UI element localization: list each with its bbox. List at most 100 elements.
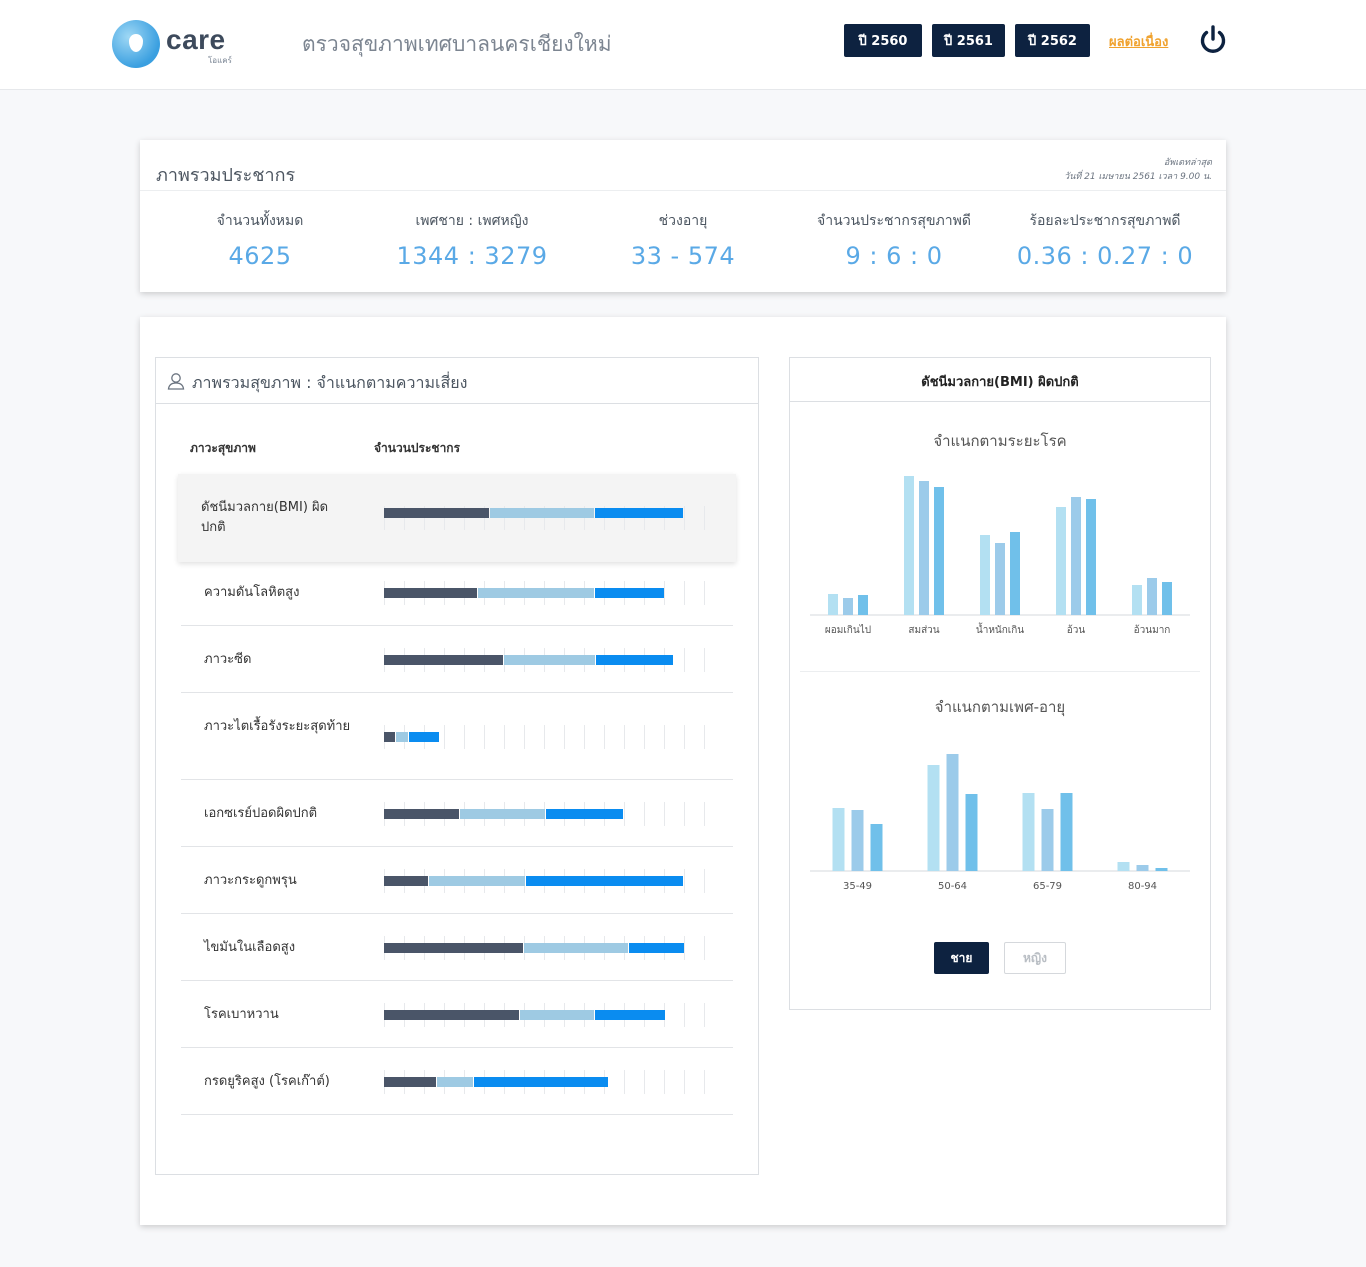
risk-bar-segment[interactable]: [429, 875, 525, 886]
continuous-results-link[interactable]: ผลต่อเนื่อง: [1109, 31, 1168, 52]
risk-row[interactable]: ไขมันในเลือดสูง: [181, 914, 733, 981]
logo-subtitle: โอแคร์: [208, 56, 232, 65]
risk-bar-segment[interactable]: [384, 875, 429, 886]
grid-tick: [444, 724, 445, 749]
chart-bar[interactable]: [1022, 793, 1035, 871]
grid-tick: [524, 724, 525, 749]
risk-bar-segment[interactable]: [384, 731, 396, 742]
chart-bar[interactable]: [870, 824, 883, 871]
chart-bar[interactable]: [904, 476, 914, 615]
risk-bar-segment[interactable]: [519, 1009, 594, 1020]
risk-bar-segment[interactable]: [437, 1076, 474, 1087]
risk-bar-segment[interactable]: [384, 1009, 519, 1020]
chart-bar[interactable]: [1147, 578, 1157, 615]
risk-row[interactable]: ความดันโลหิตสูง: [181, 559, 733, 626]
power-icon[interactable]: [1198, 24, 1228, 56]
chart-bar[interactable]: [1056, 507, 1066, 615]
risk-bar-segment[interactable]: [384, 587, 477, 598]
grid-tick: [704, 647, 705, 672]
risk-row[interactable]: ภาวะไตเรื้อรังระยะสุดท้าย: [181, 693, 733, 780]
grid-tick: [684, 868, 685, 893]
risk-bar-segment[interactable]: [596, 654, 674, 665]
chart-bar[interactable]: [1136, 865, 1149, 871]
year-2562-button[interactable]: ปี 2562: [1015, 24, 1090, 57]
grid-tick: [684, 647, 685, 672]
logo-wordmark: care: [166, 24, 226, 55]
care-logo[interactable]: care โอแคร์: [112, 18, 232, 70]
risk-bar-segment[interactable]: [384, 654, 504, 665]
risk-bar-segment[interactable]: [594, 1009, 666, 1020]
chart-bar[interactable]: [980, 535, 990, 615]
chart-bar[interactable]: [927, 765, 940, 871]
chart-bar[interactable]: [1086, 499, 1096, 615]
chart-bar[interactable]: [995, 543, 1005, 615]
x-tick-label: น้ำหนักเกิน: [976, 622, 1024, 636]
risk-row[interactable]: เอกซเรย์ปอดผิดปกติ: [181, 780, 733, 847]
risk-bar-segment[interactable]: [594, 508, 683, 518]
risk-bar-segment[interactable]: [546, 808, 624, 819]
risk-bar-segment[interactable]: [384, 808, 460, 819]
risk-row[interactable]: กรดยูริคสูง (โรคเก๊าต์): [181, 1048, 733, 1115]
risk-bar-segment[interactable]: [384, 508, 490, 518]
risk-bar-segment[interactable]: [474, 1076, 608, 1087]
stat-value: 4625: [228, 242, 292, 270]
risk-bar-segment[interactable]: [490, 508, 594, 518]
risk-bar-segment[interactable]: [384, 1076, 437, 1087]
risk-row-label: ภาวะซีด: [204, 651, 252, 667]
risk-bar-segment[interactable]: [524, 942, 628, 953]
grid-tick: [704, 868, 705, 893]
stat-sex-ratio: เพศชาย : เพศหญิง 1344 : 3279: [362, 210, 582, 270]
x-tick-label: 35-49: [843, 881, 872, 892]
chart-bar[interactable]: [851, 810, 864, 871]
risk-bar-segment[interactable]: [525, 875, 683, 886]
chart-bar[interactable]: [1132, 585, 1142, 615]
year-2560-button[interactable]: ปี 2560: [844, 24, 922, 57]
grid-tick: [684, 1069, 685, 1094]
risk-bar-segment[interactable]: [384, 942, 524, 953]
chart-bar[interactable]: [919, 481, 929, 615]
risk-bar-segment[interactable]: [628, 942, 685, 953]
grid-tick: [704, 801, 705, 826]
stat-label: จำนวนทั้งหมด: [216, 213, 304, 229]
chart-bar[interactable]: [934, 487, 944, 615]
risk-row-label: ภาวะไตเรื้อรังระยะสุดท้าย: [204, 718, 351, 734]
chart-bar[interactable]: [828, 594, 838, 615]
grid-tick: [704, 580, 705, 605]
chart-bar[interactable]: [1060, 793, 1073, 871]
chart-bar[interactable]: [858, 595, 868, 615]
chart-bar[interactable]: [1155, 868, 1168, 871]
chart-bar[interactable]: [843, 598, 853, 615]
risk-row-label: กรดยูริคสูง (โรคเก๊าต์): [204, 1073, 330, 1089]
risk-bar-segment[interactable]: [594, 587, 664, 598]
chart-bar[interactable]: [832, 808, 845, 871]
x-tick-label: อ้วน: [1067, 624, 1086, 636]
risk-row[interactable]: ภาวะกระดูกพรุน: [181, 847, 733, 914]
chart-bar[interactable]: [1010, 532, 1020, 615]
risk-row[interactable]: ดัชนีมวลกาย(BMI) ผิดปกติ: [178, 474, 736, 562]
male-toggle-button[interactable]: ชาย: [934, 942, 989, 974]
year-2561-button[interactable]: ปี 2561: [932, 24, 1005, 57]
risk-bar-segment[interactable]: [408, 731, 440, 742]
divider: [140, 190, 1226, 191]
risk-bar-segment[interactable]: [504, 654, 596, 665]
grid-tick: [604, 724, 605, 749]
risk-row-label: ดัชนีมวลกาย(BMI) ผิดปกติ: [201, 500, 329, 535]
risk-row[interactable]: ภาวะซีด: [181, 626, 733, 693]
chart-bar[interactable]: [1041, 809, 1054, 871]
chart-bar[interactable]: [1162, 582, 1172, 615]
risk-bar-segment[interactable]: [460, 808, 546, 819]
population-column-header: จำนวนประชากร: [374, 441, 461, 455]
risk-row[interactable]: โรคเบาหวาน: [181, 981, 733, 1048]
risk-bar-segment[interactable]: [477, 587, 594, 598]
risk-bar-segment[interactable]: [396, 731, 408, 742]
risk-panel: ภาพรวมสุขภาพ : จำแนกตามความเสี่ยง ภาวะสุ…: [155, 357, 759, 1175]
risk-row-label: ไขมันในเลือดสูง: [204, 939, 296, 955]
stat-label: ร้อยละประชากรสุขภาพดี: [1029, 213, 1181, 229]
bmi-panel: ดัชนีมวลกาย(BMI) ผิดปกติ จำแนกตามระยะโรค…: [789, 357, 1211, 1010]
chart-bar[interactable]: [1117, 862, 1130, 871]
chart-bar[interactable]: [965, 794, 978, 871]
chart-bar[interactable]: [946, 754, 959, 871]
female-toggle-button[interactable]: หญิง: [1004, 942, 1066, 974]
chart-bar[interactable]: [1071, 497, 1081, 615]
stat-label: จำนวนประชากรสุขภาพดี: [817, 213, 971, 229]
